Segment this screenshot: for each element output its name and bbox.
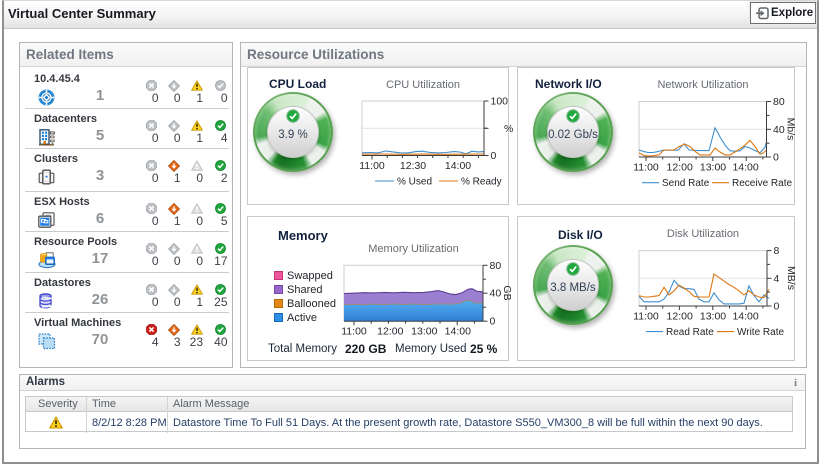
svg-text:80: 80 [490,260,502,272]
svg-text:14:00: 14:00 [732,162,758,174]
svg-text:40: 40 [773,124,785,136]
svg-text:0: 0 [773,152,779,164]
svg-text:Write Rate: Write Rate [737,327,784,338]
svg-text:11:00: 11:00 [633,162,659,174]
svg-text:Read Rate: Read Rate [666,327,714,338]
svg-text:80: 80 [773,96,785,108]
svg-text:GB: GB [501,285,513,300]
svg-text:% Ready: % Ready [461,177,502,188]
svg-text:12:30: 12:30 [400,160,426,172]
svg-text:12:00: 12:00 [667,162,693,174]
svg-text:MB/s: MB/s [785,266,797,290]
svg-text:0: 0 [491,150,497,162]
svg-text:13:00: 13:00 [411,326,437,338]
svg-text:14:00: 14:00 [445,326,471,338]
svg-text:0: 0 [774,301,780,313]
svg-text:0: 0 [490,316,496,328]
svg-text:Send Rate: Send Rate [662,178,710,189]
svg-text:12:00: 12:00 [667,311,693,323]
svg-text:100: 100 [491,96,509,108]
svg-text:11:00: 11:00 [633,311,659,323]
svg-text:14:00: 14:00 [732,311,758,323]
svg-text:11:00: 11:00 [341,326,367,338]
svg-text:Mb/s: Mb/s [785,118,797,141]
svg-text:40: 40 [490,288,502,300]
svg-text:14:00: 14:00 [445,160,471,172]
svg-text:11:00: 11:00 [359,160,385,172]
svg-text:%: % [504,123,513,135]
svg-text:13:00: 13:00 [700,162,726,174]
svg-text:4: 4 [774,273,780,285]
svg-text:% Used: % Used [397,177,432,188]
svg-text:8: 8 [774,245,780,257]
svg-text:12:00: 12:00 [377,326,403,338]
svg-text:13:00: 13:00 [700,311,726,323]
svg-text:Receive Rate: Receive Rate [732,178,792,189]
